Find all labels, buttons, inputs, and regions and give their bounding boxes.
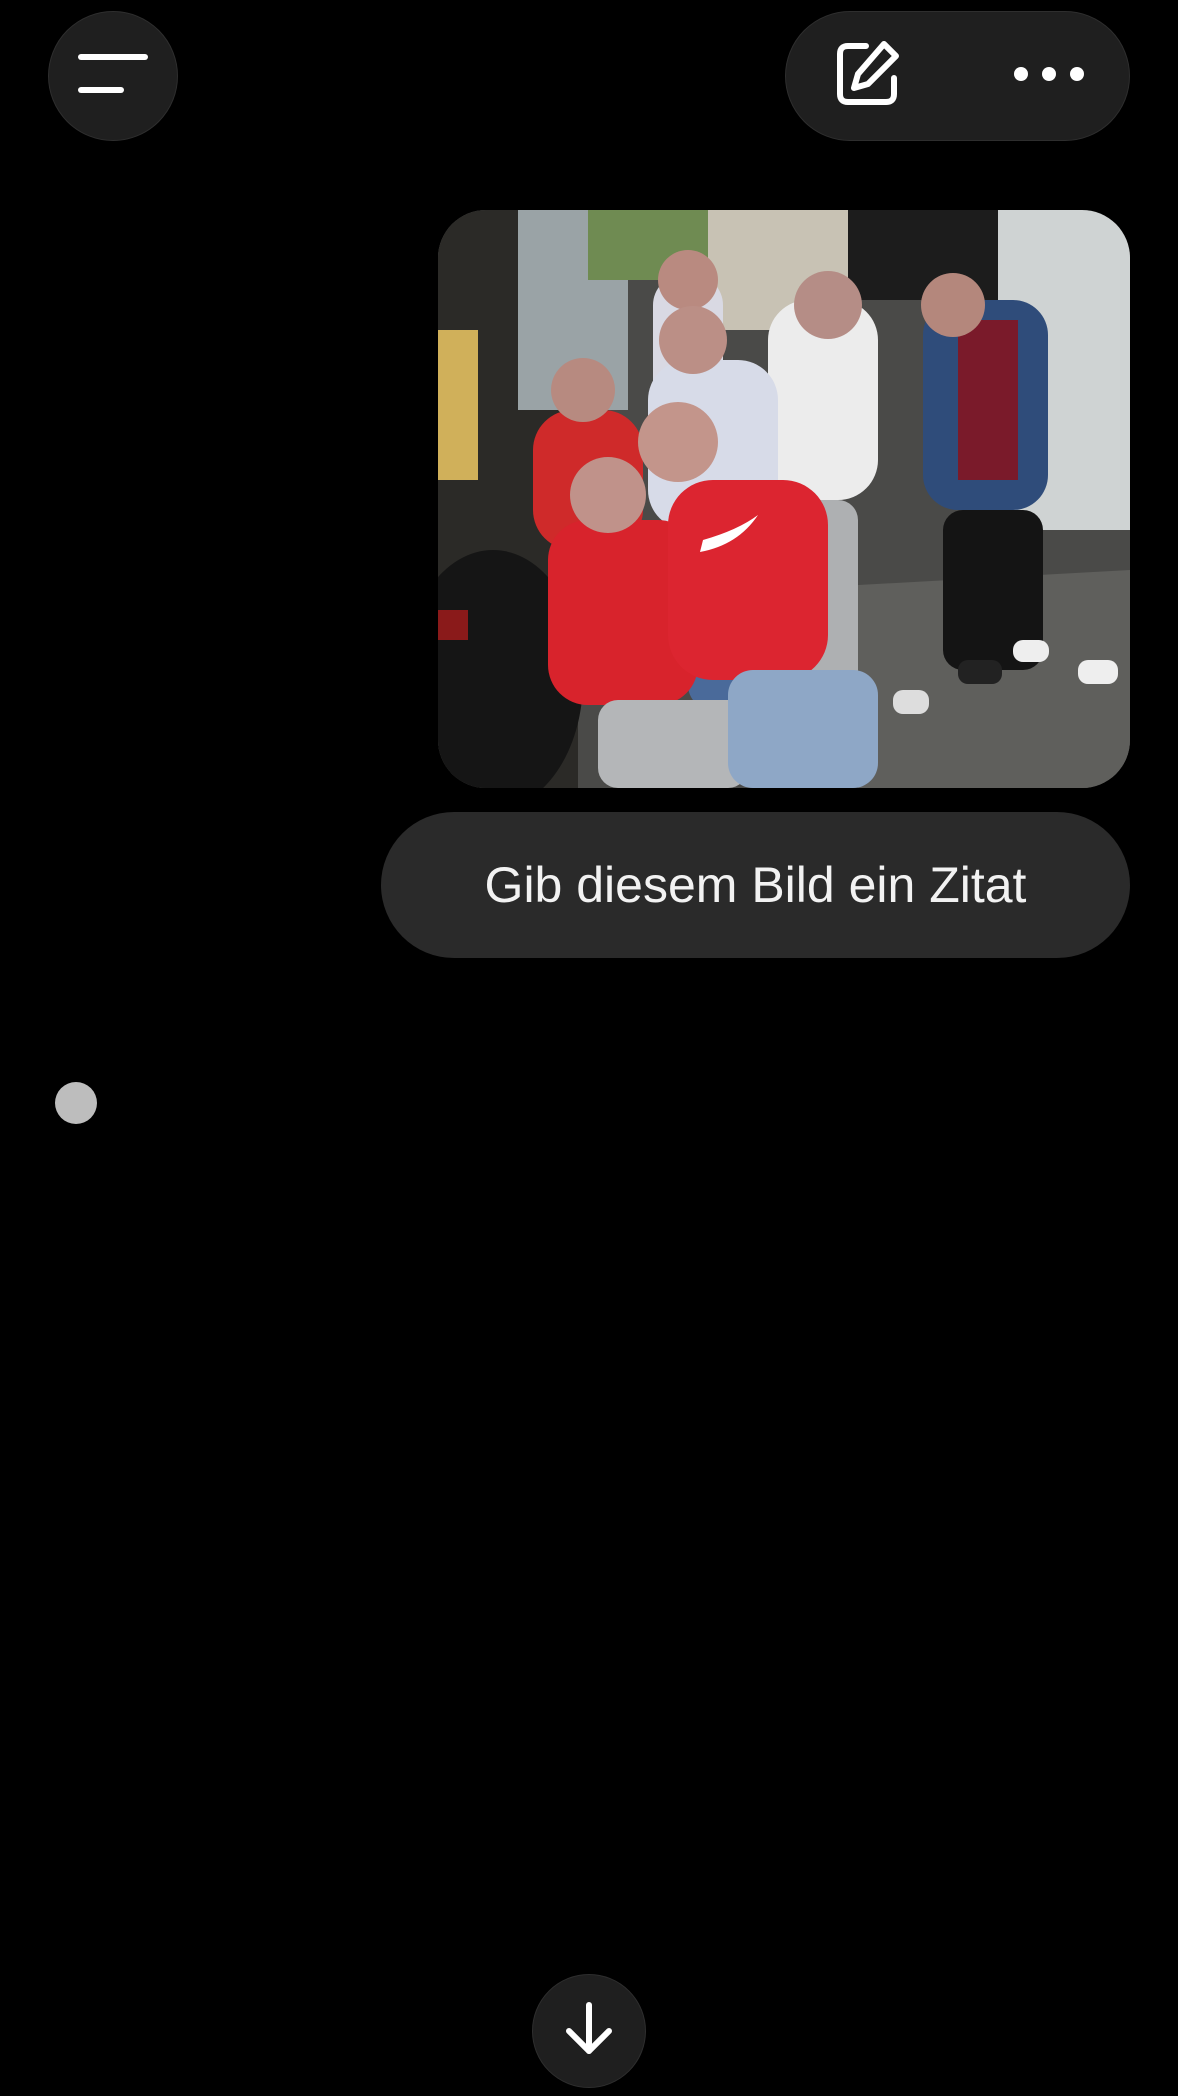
assistant-typing-indicator <box>55 1082 97 1124</box>
scroll-to-bottom-button[interactable] <box>532 1974 646 2088</box>
arrow-down-icon <box>563 2001 615 2062</box>
more-options-button[interactable] <box>1009 36 1089 116</box>
user-uploaded-image[interactable] <box>438 210 1130 788</box>
sidebar-menu-button[interactable] <box>48 11 178 141</box>
group-photo-image <box>438 210 1130 788</box>
header-actions <box>785 11 1130 141</box>
user-message-text: Gib diesem Bild ein Zitat <box>484 857 1027 913</box>
new-chat-edit-icon <box>832 38 904 115</box>
more-options-icon <box>1013 64 1085 89</box>
user-message-bubble: Gib diesem Bild ein Zitat <box>381 812 1130 958</box>
hamburger-menu-icon <box>77 52 149 101</box>
new-chat-button[interactable] <box>828 36 908 116</box>
